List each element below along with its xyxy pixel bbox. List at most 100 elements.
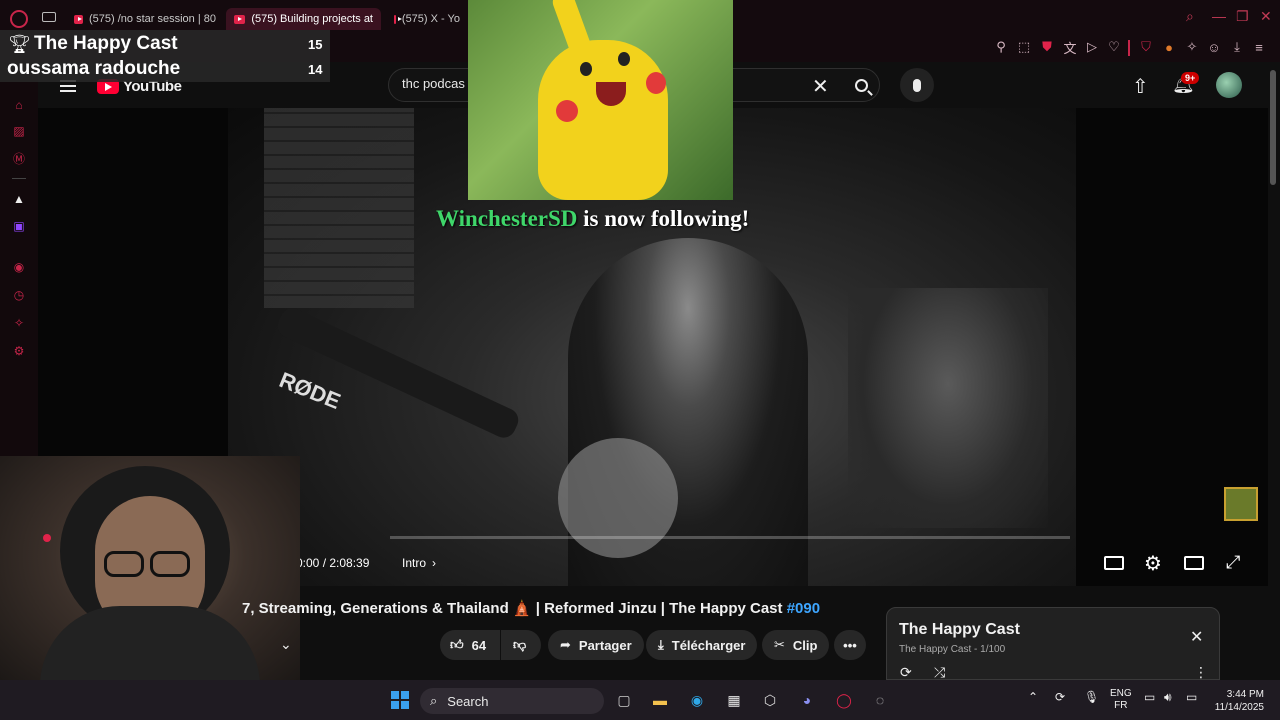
network-icon[interactable]: ▭ — [1144, 690, 1155, 704]
youtube-favicon-icon — [234, 14, 246, 24]
twitch-icon[interactable]: ▣ — [10, 217, 28, 235]
scissors-icon: ✂ — [774, 637, 785, 652]
mic-tray-icon[interactable]: 🎙︎ — [1084, 690, 1099, 704]
search-input[interactable]: thc podcas — [402, 76, 465, 91]
volume-icon[interactable]: 🔊︎ — [1164, 690, 1172, 705]
opera-taskbar-icon[interactable]: ◯ — [832, 688, 856, 712]
task-view-icon[interactable]: ▢ — [612, 688, 636, 712]
download-arrow-icon: ⤓ — [658, 637, 664, 652]
battery-icon[interactable]: ▭ — [1186, 690, 1197, 704]
opera-gx-icon[interactable]: ◌ — [868, 688, 892, 712]
minimize-icon[interactable]: — — [1212, 8, 1226, 24]
opera-logo-icon[interactable] — [10, 10, 28, 28]
video-title: 7, Streaming, Generations & Thailand 🛕 |… — [242, 599, 820, 617]
arc-icon[interactable]: ▲ — [10, 190, 28, 208]
messenger-icon[interactable]: Ⓜ — [10, 149, 28, 167]
clock[interactable]: 3:44 PM 11/14/2025 — [1212, 688, 1264, 714]
chapter-button[interactable]: Intro › — [402, 556, 436, 570]
unity-icon[interactable]: ⬡ — [758, 688, 782, 712]
tab-search-icon[interactable] — [42, 12, 56, 22]
search-button[interactable] — [842, 68, 880, 102]
ublock-icon[interactable]: ⛉ — [1137, 38, 1155, 56]
close-playlist-icon[interactable]: ✕ — [1190, 627, 1203, 647]
account-icon[interactable]: ☺ — [1205, 38, 1223, 56]
extension-badge-icon[interactable]: ● — [1160, 38, 1178, 56]
tab-title: (575) Building projects at — [251, 13, 373, 25]
shuffle-icon[interactable]: ⤮ — [934, 664, 945, 681]
video-title-text: 7, Streaming, Generations & Thailand 🛕 |… — [242, 600, 783, 617]
youtube-favicon-icon — [74, 14, 84, 24]
theater-mode-icon[interactable] — [1184, 556, 1204, 570]
fullscreen-icon[interactable]: ⤢ — [1226, 552, 1240, 573]
tray-overflow-icon[interactable]: ⌃ — [1028, 690, 1038, 704]
progress-bar[interactable] — [390, 536, 1070, 539]
maximize-icon[interactable]: ❐ — [1236, 8, 1249, 25]
share-label: Partager — [578, 637, 632, 653]
more-actions-button[interactable]: ••• — [834, 630, 866, 660]
crypto-wallet-icon[interactable]: ▨ — [10, 122, 28, 140]
playlist-subtitle: The Happy Cast - 1/100 — [899, 644, 1006, 655]
page-scrollbar[interactable] — [1270, 70, 1276, 185]
voice-search-button[interactable] — [900, 68, 934, 102]
discord-icon[interactable]: ◕ — [795, 688, 819, 712]
sidebar-divider — [12, 178, 26, 179]
follow-message: is now following! — [577, 206, 750, 231]
taskbar-search[interactable]: ⌕ Search — [420, 688, 604, 714]
ai-assistant-icon[interactable]: ⌂ — [10, 96, 28, 114]
language-indicator[interactable]: ENG FR — [1110, 688, 1132, 712]
tab-title: (575) X - Yo — [401, 13, 460, 25]
download-button[interactable]: ⤓ Télécharger — [646, 630, 758, 660]
microsoft-store-icon[interactable]: ▦ — [722, 688, 746, 712]
edge-browser-icon[interactable]: ◉ — [685, 688, 709, 712]
snapshot-icon[interactable]: ⬚ — [1015, 38, 1033, 56]
playlist-more-icon[interactable]: ⋮ — [1194, 664, 1208, 681]
file-explorer-icon[interactable]: ▬ — [648, 688, 672, 712]
like-button[interactable]: 👍︎ 64 — [440, 630, 500, 660]
brick-wall — [264, 108, 414, 308]
sync-icon[interactable]: ⟳ — [1055, 690, 1065, 704]
clock-time: 3:44 PM — [1226, 689, 1264, 700]
pin-icon[interactable]: ⚲ — [992, 38, 1010, 56]
browser-tab[interactable]: (575) X - Yo — [386, 8, 468, 30]
close-window-icon[interactable]: ✕ — [1260, 8, 1272, 25]
menu-icon[interactable]: ≡ — [1250, 38, 1268, 56]
loop-icon[interactable]: ⟳ — [900, 664, 912, 681]
settings-gear-icon[interactable]: ⚙ — [1144, 551, 1162, 576]
playlist-title[interactable]: The Happy Cast — [899, 621, 1020, 639]
leaderboard-score: 14 — [308, 62, 323, 77]
translate-icon[interactable]: 文 — [1061, 38, 1079, 56]
windows-start-icon[interactable] — [388, 688, 412, 712]
drum-kit — [848, 288, 1048, 528]
browser-tab[interactable]: (575) /no star session | 80 — [66, 8, 224, 30]
chevron-right-icon: › — [432, 556, 437, 570]
search-icon — [854, 78, 873, 96]
browser-search-icon[interactable]: ⌕ — [1186, 8, 1194, 25]
clear-search-icon[interactable]: ✕ — [812, 74, 829, 99]
share-icon: ➦ — [560, 637, 571, 652]
player-icon[interactable]: ◉ — [10, 258, 28, 276]
channel-watermark[interactable] — [1224, 487, 1258, 521]
leaderboard-name: oussama radouche — [7, 58, 181, 79]
chapter-label: Intro — [402, 556, 427, 570]
browser-tab-active[interactable]: (575) Building projects at — [226, 8, 381, 30]
chevron-down-icon[interactable]: ⌄ — [280, 636, 292, 653]
extensions-icon[interactable]: ✧ — [1183, 38, 1201, 56]
create-upload-icon[interactable]: ⇧ — [1132, 74, 1149, 99]
play-icon[interactable]: ▷ — [1083, 38, 1101, 56]
avatar[interactable] — [1216, 72, 1242, 98]
share-button[interactable]: ➦ Partager — [548, 630, 644, 660]
shield-icon[interactable]: ⛊ — [1038, 38, 1056, 56]
youtube-favicon-icon — [394, 14, 402, 24]
video-title-hashtag[interactable]: #090 — [787, 600, 820, 617]
download-icon[interactable]: ⤓ — [1228, 38, 1246, 56]
dislike-button[interactable]: 👎︎ — [501, 630, 541, 660]
extensions-sidebar-icon[interactable]: ✧ — [10, 314, 28, 332]
follower-username: WinchesterSD — [436, 206, 578, 231]
clip-button[interactable]: ✂ Clip — [762, 630, 830, 660]
settings-icon[interactable]: ⚙ — [10, 342, 28, 360]
heart-icon[interactable]: ♡ — [1105, 38, 1123, 56]
history-icon[interactable]: ◷ — [10, 286, 28, 304]
microphone-arm — [273, 304, 523, 442]
subtitles-icon[interactable] — [1104, 556, 1124, 570]
shirt-print — [558, 438, 678, 558]
